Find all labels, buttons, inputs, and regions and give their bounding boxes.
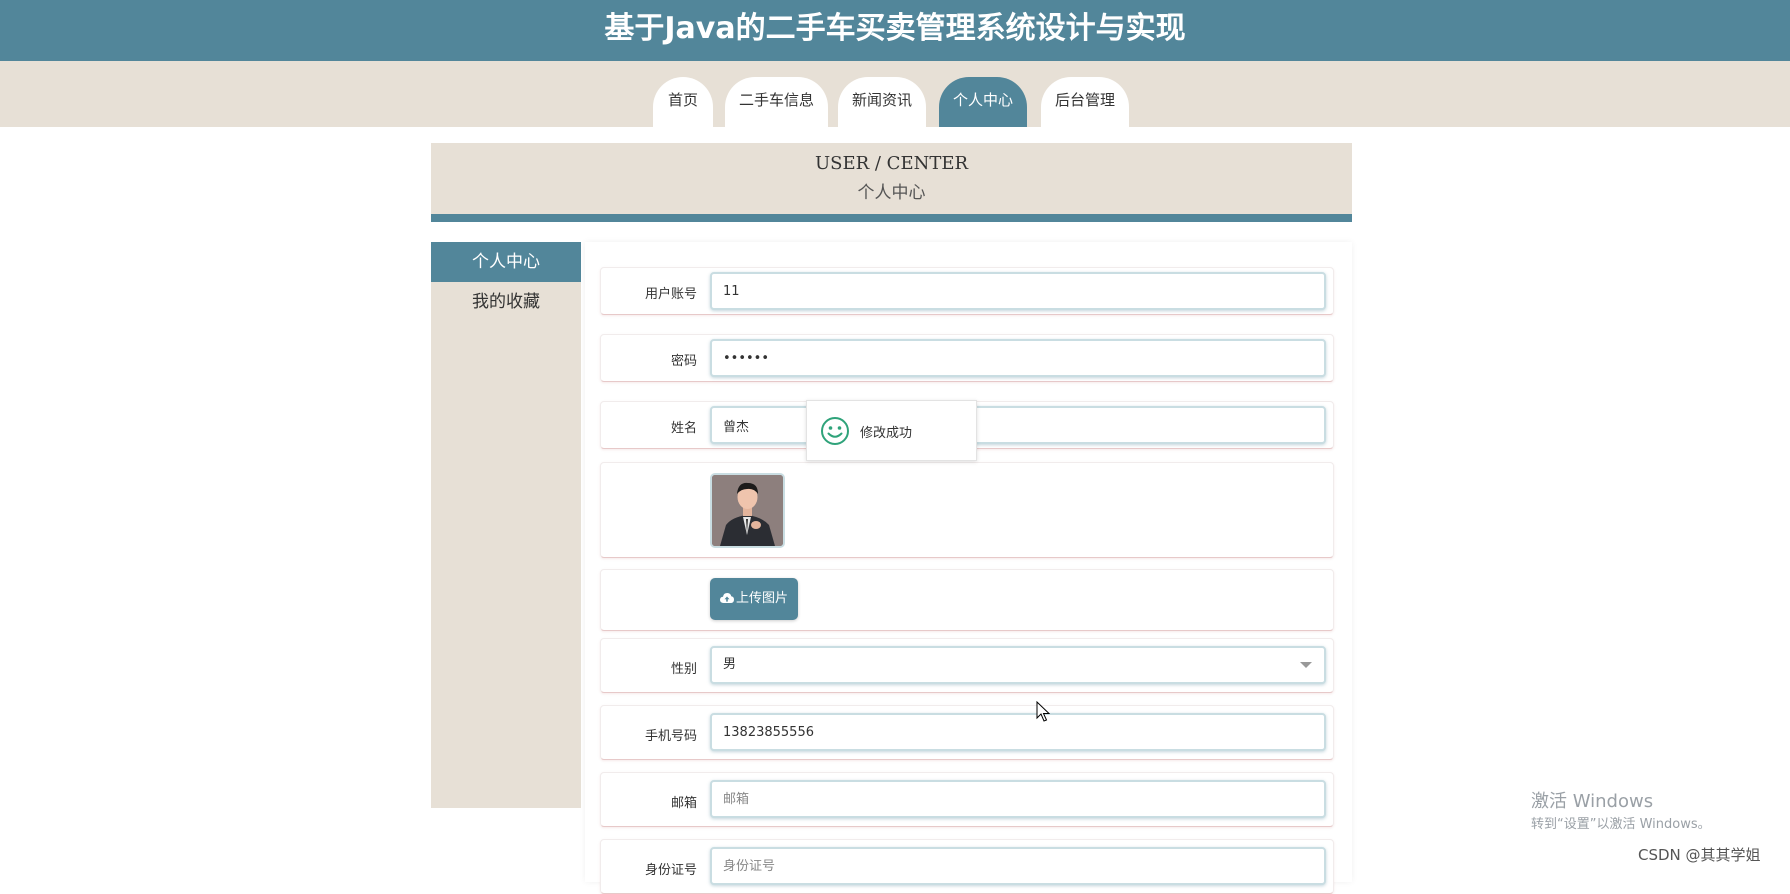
top-nav: 首页 二手车信息 新闻资讯 个人中心 后台管理 [0,61,1790,127]
upload-image-label: 上传图片 [735,591,788,606]
success-toast: 修改成功 [806,400,977,461]
form-row-upload: 上传图片 [600,569,1334,631]
tab-user-center[interactable]: 个人中心 [939,77,1027,127]
tab-admin[interactable]: 后台管理 [1041,77,1129,127]
phone-label: 手机号码 [644,729,697,744]
page-header: USER / CENTER 个人中心 [431,143,1352,222]
name-label: 姓名 [670,421,697,436]
idcard-input[interactable] [710,847,1326,885]
activate-windows-title: 激活 Windows [1531,791,1654,812]
cloud-upload-icon [719,593,734,603]
account-label: 用户账号 [644,287,697,302]
form-row-account: 用户账号 [600,267,1334,315]
form-row-password: 密码 [600,334,1334,382]
toast-message: 修改成功 [860,426,913,441]
page-title-zh: 个人中心 [857,183,926,203]
csdn-watermark: CSDN @其其学姐 [1638,846,1761,864]
phone-input[interactable] [710,713,1326,751]
form-row-email: 邮箱 [600,772,1334,827]
smile-icon [821,417,849,445]
chevron-down-icon [1300,662,1312,668]
profile-form: 用户账号 密码 姓名 上传图片 [585,242,1352,894]
password-label: 密码 [670,354,697,369]
sidebar: 个人中心 我的收藏 [431,242,581,808]
idcard-label: 身份证号 [644,863,697,878]
gender-label: 性别 [670,662,697,677]
avatar-image [710,473,785,548]
password-input[interactable] [710,339,1326,377]
name-input[interactable] [710,406,1326,444]
form-row-gender: 性别 男 [600,638,1334,693]
gender-select[interactable]: 男 [710,646,1326,684]
gender-select-value: 男 [723,657,737,672]
page-title-en: USER / CENTER [814,153,969,174]
sidebar-item-favorites[interactable]: 我的收藏 [431,282,581,322]
activate-windows-subtitle: 转到“设置”以激活 Windows。 [1531,817,1711,832]
account-input[interactable] [710,272,1326,310]
tab-home[interactable]: 首页 [653,77,713,127]
tab-news[interactable]: 新闻资讯 [838,77,926,127]
tab-used-cars[interactable]: 二手车信息 [725,77,828,127]
site-title: 基于Java的二手车买卖管理系统设计与实现 [0,0,1790,61]
form-row-phone: 手机号码 [600,705,1334,760]
sidebar-item-user-center[interactable]: 个人中心 [431,242,581,282]
email-label: 邮箱 [670,796,697,811]
email-input[interactable] [710,780,1326,818]
mouse-cursor-icon [1036,701,1050,722]
form-row-idcard: 身份证号 [600,839,1334,894]
upload-image-button[interactable]: 上传图片 [710,578,798,620]
form-row-avatar [600,462,1334,558]
